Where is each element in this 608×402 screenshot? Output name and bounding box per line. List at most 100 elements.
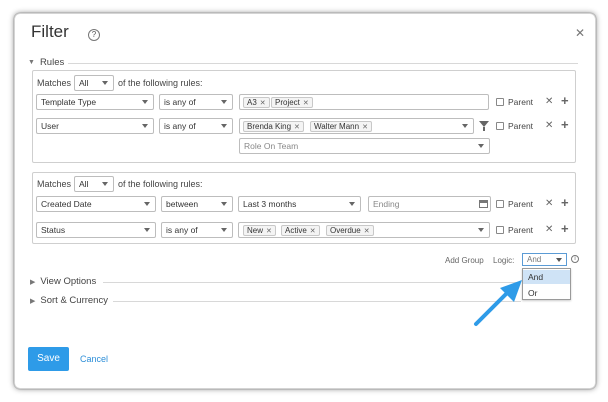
logic-option-and[interactable]: And [523, 270, 570, 284]
parent-label: Parent [508, 121, 534, 131]
parent-checkbox[interactable] [496, 200, 504, 208]
operator-value: is any of [164, 121, 196, 131]
calendar-icon[interactable] [479, 200, 488, 208]
operator-select[interactable]: is any of [159, 118, 233, 134]
operator-select[interactable]: is any of [161, 222, 233, 238]
chevron-down-icon [221, 202, 227, 206]
remove-x-icon[interactable]: ✕ [545, 198, 553, 209]
value-tags-input[interactable]: A3 ✕ Project ✕ [239, 94, 489, 110]
field-select[interactable]: User [36, 118, 154, 134]
operator-select[interactable]: is any of [159, 94, 233, 110]
add-group-button[interactable]: Add Group [445, 256, 484, 265]
remove-tag-icon[interactable]: ✕ [362, 124, 368, 131]
rules-section-header[interactable]: ▼ Rules [28, 57, 64, 68]
remove-tag-icon[interactable]: ✕ [266, 228, 272, 235]
view-options-section-header[interactable]: ▶ View Options [30, 276, 96, 287]
question-circle-icon[interactable]: ? [88, 29, 100, 41]
chevron-down-icon [102, 182, 108, 186]
plus-icon[interactable]: + [561, 222, 569, 235]
operator-value: is any of [164, 97, 196, 107]
save-button[interactable]: Save [28, 347, 69, 371]
value-tag: Walter Mann ✕ [310, 121, 372, 132]
matches-label: Matches [37, 179, 72, 189]
date-range-value: Last 3 months [243, 199, 297, 209]
parent-checkbox[interactable] [496, 226, 504, 234]
section-divider [103, 282, 521, 283]
sort-currency-label: Sort & Currency [40, 295, 108, 306]
chevron-down-icon [556, 258, 562, 262]
chevron-down-icon [221, 124, 227, 128]
remove-tag-icon[interactable]: ✕ [310, 228, 316, 235]
logic-value: And [527, 255, 542, 264]
caret-right-icon: ▶ [30, 297, 36, 305]
value-tags-input[interactable]: New ✕ Active ✕ Overdue ✕ [238, 222, 490, 238]
operator-value: between [166, 199, 199, 209]
remove-tag-icon[interactable]: ✕ [294, 124, 300, 131]
plus-icon[interactable]: + [561, 196, 569, 209]
parent-checkbox[interactable] [496, 98, 504, 106]
funnel-icon-stem [483, 127, 485, 131]
arrow-icon [474, 280, 522, 326]
ending-placeholder: Ending [373, 199, 400, 209]
field-select[interactable]: Status [36, 222, 156, 238]
date-range-select[interactable]: Last 3 months [238, 196, 361, 212]
field-value: User [41, 121, 59, 131]
matches-label: Matches [37, 78, 72, 88]
chevron-down-icon [478, 144, 484, 148]
close-icon[interactable]: ✕ [575, 26, 585, 40]
field-value: Created Date [41, 199, 92, 209]
tag-label: New [247, 226, 264, 235]
remove-tag-icon[interactable]: ✕ [303, 100, 309, 107]
section-divider [68, 63, 578, 64]
parent-label: Parent [508, 97, 534, 107]
caret-right-icon: ▶ [30, 278, 36, 286]
chevron-down-icon [221, 100, 227, 104]
remove-tag-icon[interactable]: ✕ [260, 100, 266, 107]
chevron-down-icon [221, 228, 227, 232]
parent-checkbox[interactable] [496, 122, 504, 130]
role-on-team-select[interactable]: Role On Team [239, 138, 490, 154]
field-select[interactable]: Template Type [36, 94, 154, 110]
field-value: Status [41, 225, 66, 235]
logic-label: Logic: [493, 256, 515, 265]
operator-select[interactable]: between [161, 196, 233, 212]
value-tag: Overdue ✕ [326, 225, 374, 236]
logic-option-or[interactable]: Or [523, 286, 570, 300]
chevron-down-icon [462, 124, 468, 128]
matches-value: All [79, 179, 89, 189]
sort-currency-section-header[interactable]: ▶ Sort & Currency [30, 295, 108, 306]
parent-label: Parent [508, 225, 534, 235]
info-icon[interactable]: i [571, 255, 579, 263]
value-tag: A3 ✕ [243, 97, 270, 108]
rules-section-label: Rules [39, 57, 65, 68]
value-tags-input[interactable]: Brenda King ✕ Walter Mann ✕ [239, 118, 474, 134]
chevron-down-icon [144, 228, 150, 232]
value-tag: Active ✕ [281, 225, 320, 236]
plus-icon[interactable]: + [561, 118, 569, 131]
chevron-down-icon [478, 228, 484, 232]
caret-down-icon: ▼ [28, 59, 35, 66]
remove-tag-icon[interactable]: ✕ [364, 228, 370, 235]
tag-label: Overdue [330, 226, 361, 235]
field-select[interactable]: Created Date [36, 196, 156, 212]
matches-select[interactable]: All [74, 176, 114, 192]
plus-icon[interactable]: + [561, 94, 569, 107]
parent-label: Parent [508, 199, 534, 209]
matches-value: All [79, 78, 89, 88]
chevron-down-icon [142, 124, 148, 128]
value-tag: Project ✕ [271, 97, 313, 108]
remove-x-icon[interactable]: ✕ [545, 120, 553, 131]
ending-date-input[interactable]: Ending [368, 196, 491, 212]
operator-value: is any of [166, 225, 198, 235]
remove-x-icon[interactable]: ✕ [545, 224, 553, 235]
logic-dropdown-menu: And Or [522, 268, 571, 300]
cancel-button[interactable]: Cancel [80, 354, 108, 364]
chevron-down-icon [142, 100, 148, 104]
remove-x-icon[interactable]: ✕ [545, 96, 553, 107]
role-placeholder: Role On Team [244, 141, 299, 151]
value-tag: New ✕ [243, 225, 276, 236]
tag-label: Brenda King [247, 122, 292, 131]
matches-select[interactable]: All [74, 75, 114, 91]
logic-select[interactable]: And [522, 253, 567, 266]
arrow-shaft [474, 288, 512, 326]
